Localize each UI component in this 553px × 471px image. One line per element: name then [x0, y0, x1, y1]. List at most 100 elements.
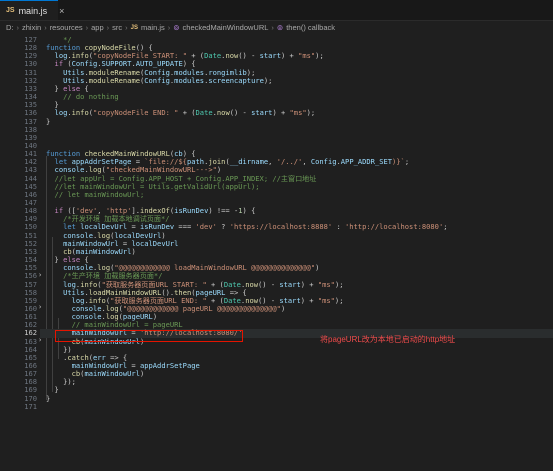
- code-token: now: [216, 108, 230, 118]
- code-token: __dirname: [229, 157, 269, 167]
- tab-filename: main.js: [18, 5, 48, 16]
- code-token: start: [259, 51, 281, 61]
- code-token: localDevUrl: [131, 238, 179, 248]
- breadcrumb-item[interactable]: app: [91, 23, 104, 32]
- chevron-right-icon: ›: [44, 23, 47, 32]
- line-number: 171: [24, 401, 37, 411]
- code-token: now: [225, 51, 239, 61]
- chevron-right-icon: ›: [167, 23, 171, 32]
- code-line[interactable]: 171: [0, 401, 553, 411]
- code-token: );: [306, 108, 316, 118]
- code-token: "ms": [298, 51, 316, 61]
- breadcrumb-item[interactable]: D:: [6, 23, 14, 32]
- code-token: "copyNodeFile END: ": [93, 108, 179, 118]
- code-token: now: [245, 279, 259, 289]
- code-token: '/../': [276, 157, 303, 167]
- code-token: ) +: [272, 108, 290, 118]
- code-text: }: [46, 394, 50, 403]
- code-token: "ms": [289, 108, 307, 118]
- code-token: ;: [443, 222, 448, 232]
- code-token: Config: [144, 75, 170, 85]
- code-token: ;: [404, 157, 410, 167]
- code-token: // do nothing: [63, 92, 119, 102]
- code-line[interactable]: 134 // do nothing: [0, 92, 553, 102]
- code-token: );: [263, 75, 273, 85]
- code-line[interactable]: 167 cb(mainWindowUrl): [0, 369, 553, 379]
- code-token: 'http://localhost:8080': [345, 222, 444, 232]
- code-token: ): [131, 246, 136, 256]
- annotation-note: 将pageURL改为本地已启动的http地址: [320, 335, 456, 344]
- code-token: appAddrSetPage: [139, 361, 200, 370]
- code-token: ===: [174, 222, 196, 232]
- code-token: () -: [229, 108, 252, 118]
- chevron-right-icon: ›: [16, 23, 20, 32]
- code-text: // let mainWindowUrl;: [46, 190, 145, 199]
- javascript-file-icon: JS: [6, 7, 15, 14]
- code-token: ,: [302, 157, 311, 167]
- code-line[interactable]: 139: [0, 133, 553, 142]
- code-token: );: [315, 51, 324, 61]
- breadcrumb-function[interactable]: checkedMainWindowURL: [183, 23, 269, 32]
- code-token: screencapture: [208, 75, 264, 85]
- breadcrumb-file[interactable]: main.js: [141, 23, 165, 32]
- code-line[interactable]: 170}: [0, 394, 553, 403]
- code-token: () -: [258, 279, 280, 289]
- highlight-box: [55, 330, 243, 342]
- function-symbol-icon: ⊚: [173, 23, 180, 32]
- editor-tab-bar: JS main.js ×: [0, 0, 553, 21]
- function-symbol-icon: ⊚: [276, 23, 284, 32]
- code-token: )}`: [392, 157, 405, 167]
- breadcrumb-item[interactable]: resources: [50, 23, 83, 32]
- code-line[interactable]: 168 });: [0, 378, 553, 386]
- code-text: }: [46, 116, 51, 126]
- code-token: });: [63, 377, 76, 387]
- tab-main-js[interactable]: JS main.js ×: [0, 0, 64, 20]
- code-line[interactable]: 169 }: [0, 386, 553, 394]
- javascript-file-icon: JS: [130, 24, 138, 31]
- code-token: ) +: [300, 279, 318, 289]
- code-line[interactable]: 146 // let mainWindowUrl;: [0, 190, 553, 199]
- code-token: "ms": [317, 279, 335, 289]
- code-line[interactable]: 138: [0, 125, 553, 134]
- code-token: 'https://localhost:8888': [229, 222, 333, 232]
- breadcrumb-callback[interactable]: then() callback: [286, 23, 335, 32]
- chevron-right-icon: ›: [271, 23, 274, 32]
- chevron-right-icon: ›: [106, 23, 110, 32]
- code-line[interactable]: 136 log.info("copyNodeFile END: " + (Dat…: [0, 109, 553, 117]
- code-token: ) +: [300, 295, 318, 305]
- code-token: ,: [268, 157, 277, 167]
- code-token: Date: [204, 51, 222, 61]
- code-token: ): [139, 369, 145, 379]
- breadcrumb-item[interactable]: src: [112, 23, 122, 32]
- code-token: }: [46, 116, 51, 126]
- code-text: log.info("copyNodeFile END: " + (Date.no…: [46, 108, 316, 118]
- chevron-right-icon: ›: [85, 23, 89, 32]
- code-token: mainWindowUrl: [84, 369, 140, 379]
- code-token: start: [279, 279, 301, 289]
- code-token: :: [332, 222, 345, 232]
- code-token: isRunDev: [174, 206, 209, 216]
- breadcrumb-item[interactable]: zhixin: [22, 23, 41, 32]
- code-line[interactable]: 137}: [0, 116, 553, 126]
- code-token: Date: [195, 108, 213, 118]
- code-token: );: [334, 295, 344, 305]
- code-token: );: [334, 279, 344, 289]
- code-token: log: [54, 108, 68, 118]
- code-token: "ms": [317, 295, 335, 305]
- code-token: ) {: [242, 206, 256, 216]
- code-token: modules: [174, 75, 205, 85]
- code-token: ): [315, 263, 320, 273]
- code-token: moduleRename: [88, 75, 140, 85]
- code-token: start: [251, 108, 273, 118]
- code-token: Config: [310, 157, 337, 167]
- code-token: ): [280, 303, 286, 313]
- code-token: info: [71, 108, 89, 118]
- close-tab-icon[interactable]: ×: [59, 6, 64, 16]
- breadcrumb: D: › zhixin › resources › app › src › JS main…: [0, 21, 553, 34]
- code-editor[interactable]: › › › 127 */128 function copyNodeFile() {…: [0, 34, 553, 471]
- chevron-right-icon: ›: [125, 23, 128, 32]
- code-token: APP_ADDR_SET: [340, 157, 393, 167]
- code-token: ?: [216, 222, 230, 232]
- code-token: ) +: [280, 51, 299, 61]
